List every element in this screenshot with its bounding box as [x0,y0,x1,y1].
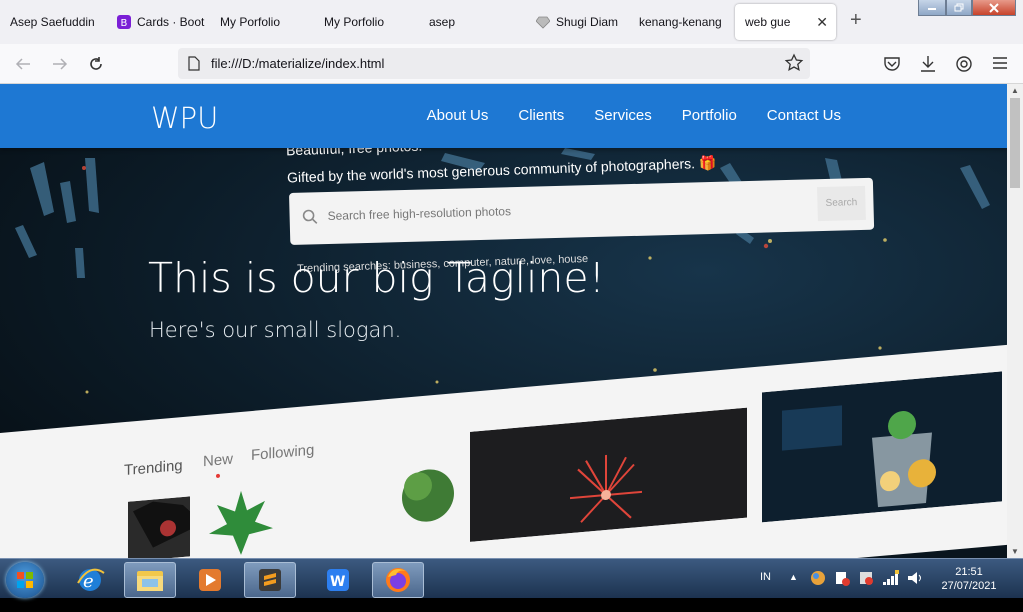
photo-card-plant-dark [128,496,190,558]
taskbar-media-player[interactable] [184,562,236,598]
scroll-thumb[interactable] [1010,98,1020,188]
sublime-text-icon [259,569,281,591]
search-icon [302,209,318,224]
close-icon [989,2,999,13]
tab-kenang-kenangan[interactable]: kenang-kenang [629,4,725,40]
hero-tagline: This is our big Tagline! [148,254,606,302]
menu-contact-us[interactable]: Contact Us [752,84,856,148]
diamond-icon [536,16,550,29]
page-icon [188,56,200,71]
tab-label: My Porfolio [324,15,385,29]
firefox-icon [386,568,410,592]
restore-button[interactable] [946,0,972,16]
security-icon[interactable] [858,570,874,610]
pocket-icon[interactable] [883,56,901,72]
minimize-button[interactable] [918,0,946,16]
close-window-button[interactable] [972,0,1016,16]
restore-icon [954,3,964,12]
svg-text:B: B [121,18,128,29]
photo-search-button: Search [817,185,866,222]
input-language[interactable]: IN [760,571,771,611]
tab-shugi-diamond[interactable]: Shugi Diam [526,4,618,40]
menu-services[interactable]: Services [579,84,667,148]
browser-toolbar: file:///D:/materialize/index.html [0,44,1023,84]
globe-icon[interactable] [810,570,826,610]
system-clock[interactable]: 21:51 27/07/2021 [934,565,1004,593]
menu-portfolio[interactable]: Portfolio [667,84,752,148]
new-tab-button[interactable]: + [850,9,862,32]
page-scrollbar[interactable]: ▲ ▼ [1007,84,1023,558]
photo-card-cocktail [762,371,1002,523]
download-icon[interactable] [919,55,937,73]
photo-card-plant-green [206,482,276,558]
page-viewport: WPU About Us Clients Services Portfolio … [0,84,1007,558]
bootstrap-icon: B [117,15,131,29]
tab-label: asep [429,15,456,29]
taskbar-sublime-text[interactable] [244,562,296,598]
show-hidden-icons[interactable]: ▲ [789,572,798,612]
address-bar[interactable]: file:///D:/materialize/index.html [178,48,810,79]
photo-search-placeholder: Search free high-resolution photos [327,204,512,223]
tab-my-porfolio-1[interactable]: My Porfolio [210,4,310,40]
taskbar-firefox[interactable] [372,562,424,598]
reload-button[interactable] [85,53,107,75]
windows-logo-icon [17,572,33,588]
tab-cards-bootstrap[interactable]: B Cards · Boot [107,4,207,40]
hero-slogan: Here's our small slogan. [149,318,402,342]
action-center-icon[interactable] [834,570,850,610]
taskbar-wps-writer[interactable]: W [312,562,364,598]
volume-icon[interactable] [906,570,924,610]
tab-label: web gue [745,15,791,29]
brand-logo[interactable]: WPU [151,101,218,135]
photo-tab-trending: Trending [124,457,183,480]
scroll-down-icon[interactable]: ▼ [1011,547,1019,556]
photo-tab-new: New [203,450,234,471]
active-dot [216,473,220,479]
arrow-right-icon [53,58,68,70]
tab-asep[interactable]: asep [419,4,519,40]
extensions-icon[interactable] [955,55,973,73]
scroll-up-icon[interactable]: ▲ [1011,86,1019,95]
tab-label: Shugi Diam [556,15,618,29]
site-menu: About Us Clients Services Portfolio Cont… [412,84,856,148]
menu-about-us[interactable]: About Us [412,84,504,148]
tab-asep-saefuddin[interactable]: Asep Saefuddin [0,4,108,40]
site-navbar: WPU About Us Clients Services Portfolio … [0,84,1007,148]
back-button[interactable] [12,53,34,75]
taskbar-file-explorer[interactable] [124,562,176,598]
clock-date: 27/07/2021 [941,580,997,592]
photo-card-plant-right [390,453,454,539]
tab-label: Cards · Boot [137,15,205,29]
photo-card-fireworks [470,407,747,542]
photo-tab-following: Following [251,441,315,465]
tab-strip: Asep Saefuddin B Cards · Boot My Porfoli… [0,0,1023,44]
clock-time: 21:51 [955,566,983,578]
menu-clients[interactable]: Clients [503,84,579,148]
arrow-left-icon [15,58,30,70]
wps-writer-icon: W [327,569,349,591]
taskbar: e W IN ▲ 21:51 27/07/2021 [0,558,1023,598]
start-button[interactable] [6,562,44,598]
bookmark-star-icon[interactable] [784,53,804,73]
hero-section: Beautiful, free photos. Gifted by the wo… [0,148,1007,558]
reload-icon [90,57,102,70]
network-signal-icon[interactable] [882,570,900,610]
close-tab-icon[interactable]: ✕ [816,14,828,31]
tab-label: kenang-kenang [639,15,722,29]
tab-web-gue[interactable]: web gue ✕ [735,4,836,40]
folder-icon [137,571,163,591]
tab-my-porfolio-2[interactable]: My Porfolio [314,4,414,40]
tab-label: My Porfolio [220,15,281,29]
svg-text:W: W [330,574,345,590]
media-player-icon [199,569,221,591]
menu-icon[interactable] [992,56,1008,70]
tab-label: Asep Saefuddin [10,15,95,29]
url-text[interactable]: file:///D:/materialize/index.html [211,56,384,71]
internet-explorer-icon: e [77,568,105,592]
minimize-icon [928,7,936,10]
forward-button[interactable] [49,53,71,75]
taskbar-internet-explorer[interactable]: e [64,562,116,598]
